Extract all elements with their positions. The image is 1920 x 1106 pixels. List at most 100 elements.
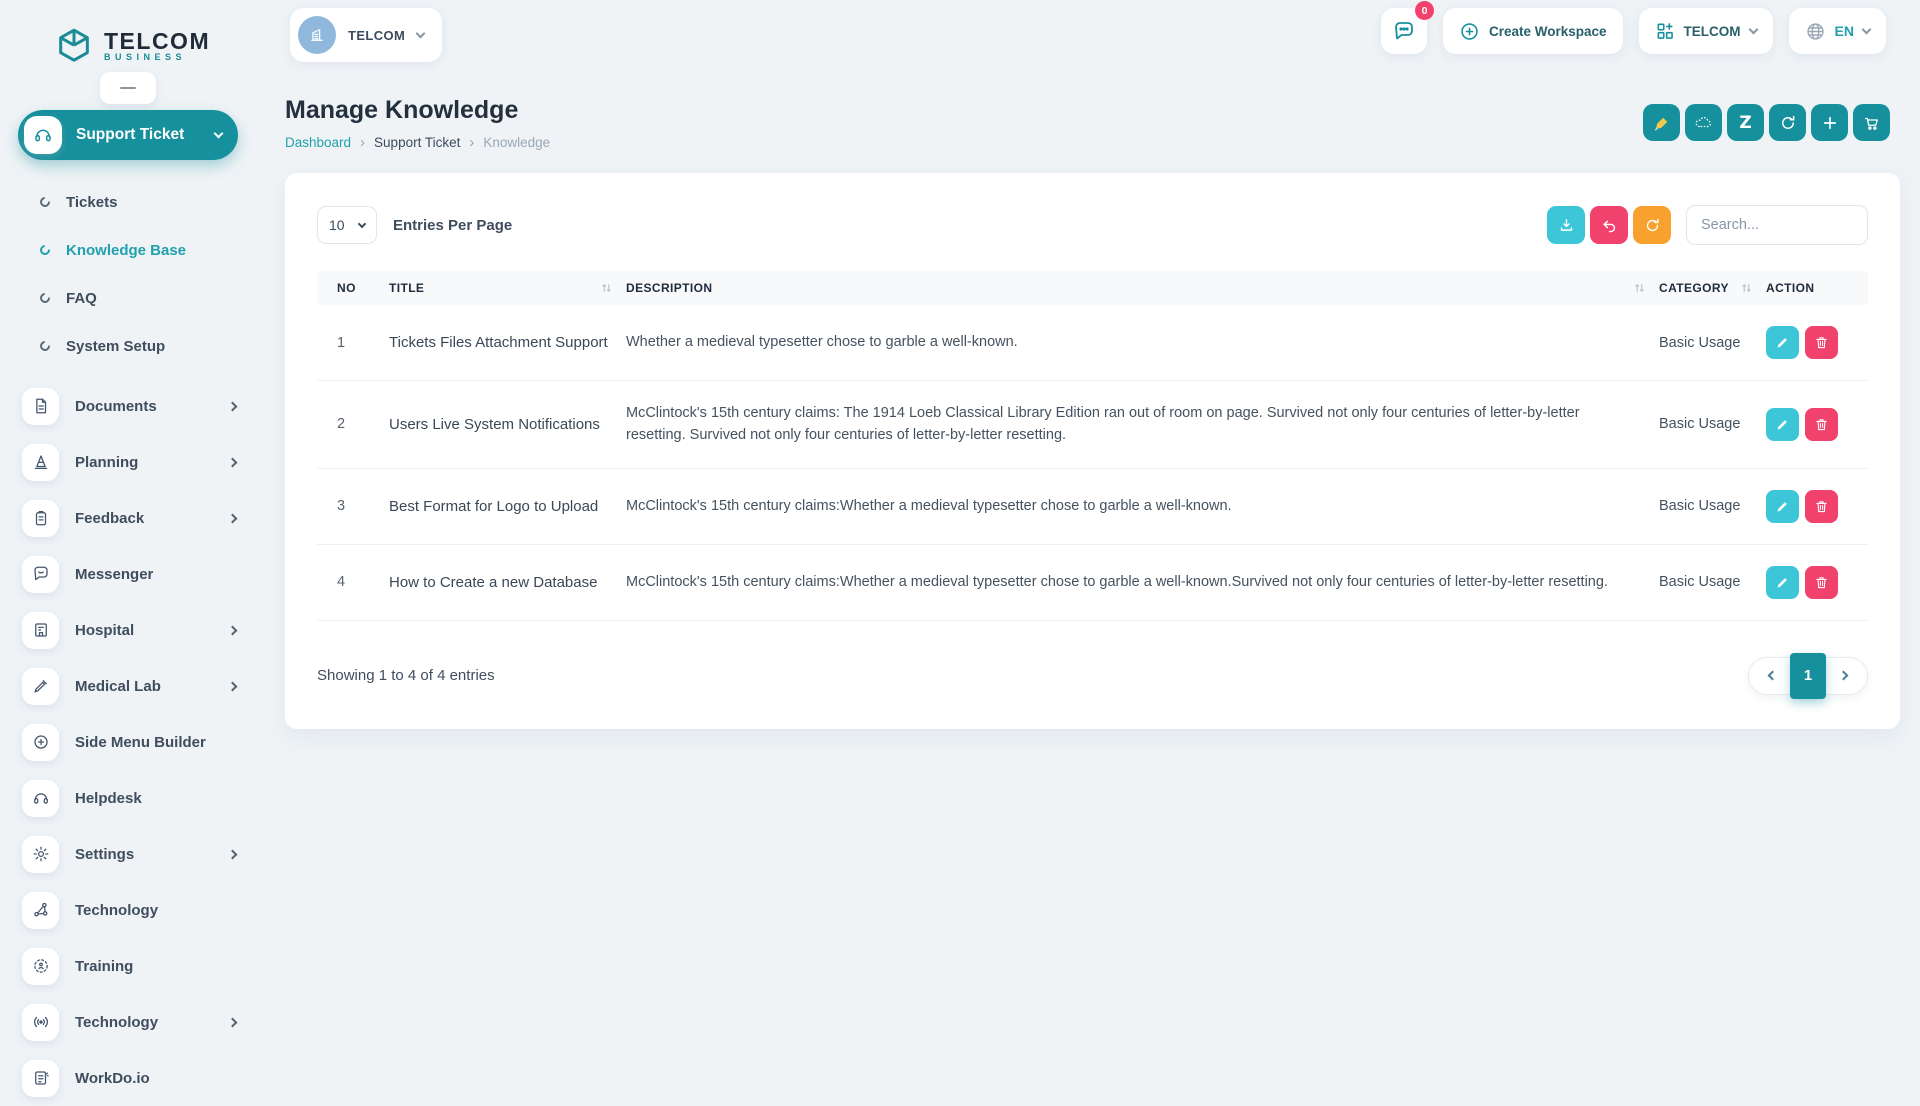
sidebar-item-technology[interactable]: Technology xyxy=(0,882,256,938)
edit-button[interactable] xyxy=(1766,408,1799,441)
sidebar-item-helpdesk[interactable]: Helpdesk xyxy=(0,770,256,826)
page-title: Manage Knowledge xyxy=(285,96,550,125)
nav-item-label: Hospital xyxy=(75,622,229,639)
sidebar-subitem-knowledge-base[interactable]: Knowledge Base xyxy=(0,226,256,274)
pagination: 1 xyxy=(1748,657,1868,695)
row-title: How to Create a new Database xyxy=(381,544,618,620)
previous-page-button[interactable] xyxy=(1761,672,1784,679)
support-ticket-submenu: Tickets Knowledge Base FAQ System Setup xyxy=(0,166,256,376)
sidebar-item-training[interactable]: Training xyxy=(0,938,256,994)
sidebar-item-documents[interactable]: Documents xyxy=(0,378,256,434)
hub-icon xyxy=(22,892,59,929)
subitem-label: System Setup xyxy=(66,338,165,355)
pencil-integration-button[interactable] xyxy=(1643,104,1680,141)
delete-button[interactable] xyxy=(1805,490,1838,523)
sidebar-subitem-faq[interactable]: FAQ xyxy=(0,274,256,322)
sidebar-item-label: Support Ticket xyxy=(76,126,215,144)
sidebar-item-side-menu-builder[interactable]: Side Menu Builder xyxy=(0,714,256,770)
sync-integration-button[interactable] xyxy=(1769,104,1806,141)
undo-button[interactable] xyxy=(1590,206,1628,244)
refresh-icon xyxy=(1644,217,1661,234)
chevron-right-icon xyxy=(228,513,238,523)
knowledge-table: NO TITLE DESCRIPTION CATEGORY xyxy=(317,271,1868,621)
brand-logo[interactable]: TELCOM BUSINESS xyxy=(0,12,256,72)
column-header-description: DESCRIPTION xyxy=(618,271,1651,305)
sort-icon[interactable] xyxy=(1741,282,1752,294)
sidebar: TELCOM BUSINESS Support Ticket Tickets K… xyxy=(0,0,256,1080)
sort-icon[interactable] xyxy=(601,282,612,294)
grid-plus-icon xyxy=(1655,21,1675,41)
notification-badge: 0 xyxy=(1415,1,1434,20)
delete-button[interactable] xyxy=(1805,566,1838,599)
chevron-right-icon xyxy=(228,681,238,691)
row-number: 2 xyxy=(317,381,381,469)
undo-icon xyxy=(1601,217,1618,234)
workspace-chip[interactable]: TELCOM xyxy=(290,8,442,62)
sidebar-item-hospital[interactable]: Hospital xyxy=(0,602,256,658)
page-number-button[interactable]: 1 xyxy=(1790,653,1826,699)
dash-icon xyxy=(120,87,136,90)
row-category: Basic Usage xyxy=(1651,381,1758,469)
cart-integration-button[interactable] xyxy=(1853,104,1890,141)
download-icon xyxy=(1558,217,1575,234)
row-title: Users Live System Notifications xyxy=(381,381,618,469)
nav-item-label: Technology xyxy=(75,902,236,919)
trash-icon xyxy=(1814,575,1829,590)
sidebar-item-support-ticket[interactable]: Support Ticket xyxy=(18,110,238,160)
sidebar-subitem-tickets[interactable]: Tickets xyxy=(0,178,256,226)
entries-per-page-select[interactable]: 10 xyxy=(317,206,377,244)
row-category: Basic Usage xyxy=(1651,544,1758,620)
table-row: 4 How to Create a new Database McClintoc… xyxy=(317,544,1868,620)
cube-logo-icon xyxy=(54,26,94,66)
next-page-button[interactable] xyxy=(1832,672,1855,679)
sidebar-subitem-system-setup[interactable]: System Setup xyxy=(0,322,256,370)
nav-item-label: Helpdesk xyxy=(75,790,236,807)
trash-icon xyxy=(1814,335,1829,350)
messages-button[interactable]: 0 xyxy=(1381,8,1427,54)
export-button[interactable] xyxy=(1547,206,1585,244)
language-selector[interactable]: EN xyxy=(1789,8,1886,54)
chevron-right-icon xyxy=(228,1017,238,1027)
bullet-icon xyxy=(38,339,52,353)
edit-button[interactable] xyxy=(1766,490,1799,523)
edit-button[interactable] xyxy=(1766,326,1799,359)
workspace-selector[interactable]: TELCOM xyxy=(1639,8,1773,54)
create-workspace-button[interactable]: Create Workspace xyxy=(1443,8,1623,54)
chevron-right-icon xyxy=(228,457,238,467)
refresh-button[interactable] xyxy=(1633,206,1671,244)
broadcast-icon xyxy=(22,1004,59,1041)
zendesk-integration-button[interactable]: Z xyxy=(1727,104,1764,141)
sidebar-item-settings[interactable]: Settings xyxy=(0,826,256,882)
sort-icon[interactable] xyxy=(1634,282,1645,294)
search-input[interactable] xyxy=(1686,205,1868,245)
nav-item-label: Planning xyxy=(75,454,229,471)
topbar: TELCOM 0 Create Workspace xyxy=(256,0,1920,70)
nav-item-label: Documents xyxy=(75,398,229,415)
sidebar-item-workdo-io[interactable]: WorkDo.io xyxy=(0,1050,256,1106)
sidebar-item-medical-lab[interactable]: Medical Lab xyxy=(0,658,256,714)
delete-button[interactable] xyxy=(1805,408,1838,441)
chevron-right-icon xyxy=(228,401,238,411)
delete-button[interactable] xyxy=(1805,326,1838,359)
edit-button[interactable] xyxy=(1766,566,1799,599)
row-title: Best Format for Logo to Upload xyxy=(381,468,618,544)
chevron-separator: › xyxy=(469,134,474,151)
cloud-integration-button[interactable] xyxy=(1685,104,1722,141)
sidebar-collapse-toggle[interactable] xyxy=(100,72,156,104)
add-integration-button[interactable] xyxy=(1811,104,1848,141)
row-title: Tickets Files Attachment Support xyxy=(381,305,618,381)
sidebar-item-feedback[interactable]: Feedback xyxy=(0,490,256,546)
sidebar-item-technology-2[interactable]: Technology xyxy=(0,994,256,1050)
hospital-icon xyxy=(22,612,59,649)
sidebar-item-planning[interactable]: Planning xyxy=(0,434,256,490)
table-row: 2 Users Live System Notifications McClin… xyxy=(317,381,1868,469)
nav-item-label: Feedback xyxy=(75,510,229,527)
workspace-selector-label: TELCOM xyxy=(1684,24,1741,39)
sidebar-item-messenger[interactable]: Messenger xyxy=(0,546,256,602)
notebook-icon xyxy=(22,1060,59,1097)
breadcrumb-support-ticket[interactable]: Support Ticket xyxy=(374,135,460,150)
entries-value: 10 xyxy=(329,217,345,233)
pencil-icon xyxy=(1775,575,1790,590)
breadcrumb-dashboard[interactable]: Dashboard xyxy=(285,135,351,150)
page-header: Manage Knowledge Dashboard › Support Tic… xyxy=(256,70,1920,151)
